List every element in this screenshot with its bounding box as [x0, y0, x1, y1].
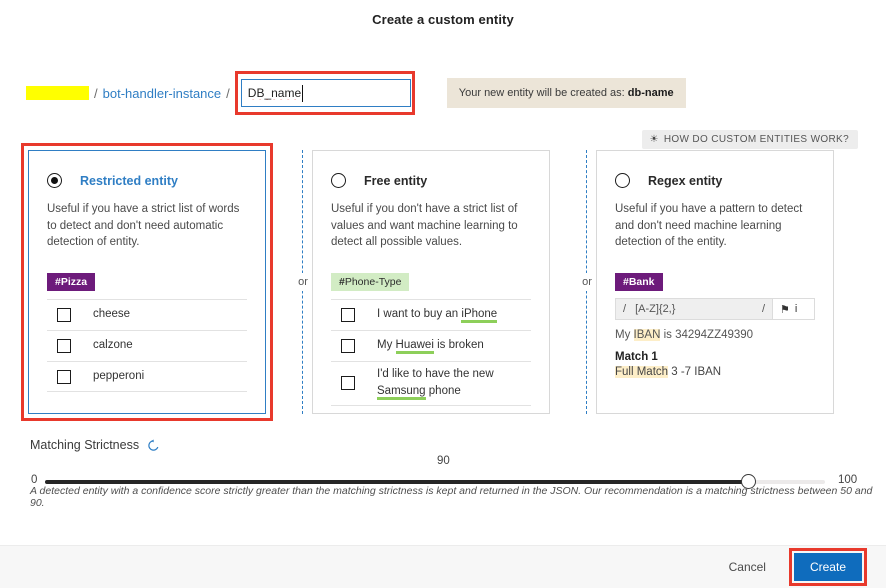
- restricted-tag-label: Pizza: [60, 276, 88, 289]
- regex-flags-field[interactable]: ⚑ i: [773, 298, 815, 321]
- text-caret: [301, 85, 303, 102]
- checkbox-example-huawei[interactable]: [341, 339, 355, 354]
- checkbox-example-samsung[interactable]: [341, 376, 355, 391]
- list-item[interactable]: I'd like to have the new Samsung phone: [331, 361, 531, 406]
- entity-type-card-free[interactable]: Free entity Useful if you don't have a s…: [312, 150, 550, 414]
- free-entity-tag: #Phone-Type: [331, 273, 410, 292]
- entity-creation-hint-prefix: Your new entity will be created as:: [458, 87, 625, 99]
- regex-card-title: Regex entity: [648, 173, 723, 188]
- example-text-post: is broken: [433, 339, 484, 352]
- how-custom-entities-work-link[interactable]: ☀ HOW DO CUSTOM ENTITIES WORK?: [642, 130, 858, 149]
- list-item[interactable]: pepperoni: [47, 361, 247, 393]
- flag-icon: ⚑: [780, 303, 790, 316]
- regex-full-match-range: 3 -7 IBAN: [668, 366, 722, 379]
- example-text-pre: I want to buy an: [377, 308, 462, 321]
- regex-match-detail: Full Match 3 -7 IBAN: [615, 366, 815, 379]
- regex-close-slash: /: [761, 303, 765, 316]
- restricted-entity-tag: #Pizza: [47, 273, 96, 292]
- entity-name-field-group: [234, 71, 415, 115]
- regex-match-title: Match 1: [615, 351, 658, 364]
- regex-pattern-field[interactable]: / [A-Z]{2,} / ⚑ i: [615, 298, 815, 321]
- radio-restricted-entity[interactable]: [47, 173, 62, 188]
- free-card-description: Useful if you don't have a strict list o…: [331, 203, 518, 249]
- breadcrumb-redacted-account: [26, 86, 89, 100]
- create-button-group: Create: [788, 548, 867, 586]
- example-highlight: iPhone: [461, 308, 498, 324]
- slider-track-fill: [45, 480, 748, 484]
- restricted-value-list: cheese calzone pepperoni: [47, 299, 247, 393]
- slider-current-value: 90: [437, 455, 450, 467]
- entity-creation-hint: Your new entity will be created as: db-n…: [446, 78, 686, 108]
- checkbox-calzone[interactable]: [57, 339, 71, 354]
- example-text-post: phone: [425, 385, 461, 398]
- list-item-label: cheese: [93, 308, 131, 321]
- checkbox-example-iphone[interactable]: [341, 308, 355, 323]
- list-item-label: I want to buy an iPhone: [377, 306, 498, 324]
- slider-track[interactable]: [45, 474, 825, 489]
- regex-entity-tag: #Bank: [615, 273, 663, 292]
- list-item-label: calzone: [93, 339, 133, 352]
- separator-or-label: or: [581, 273, 593, 291]
- regex-sample-pre: My: [615, 329, 634, 342]
- checkbox-cheese[interactable]: [57, 308, 71, 323]
- radio-free-entity[interactable]: [331, 173, 346, 188]
- list-item[interactable]: I want to buy an iPhone: [331, 299, 531, 330]
- regex-pattern-value: [A-Z]{2,}: [635, 303, 676, 316]
- regex-pattern-body[interactable]: / [A-Z]{2,} /: [615, 298, 773, 321]
- list-item-label: My Huawei is broken: [377, 337, 484, 355]
- help-disc-icon: ☀: [649, 134, 659, 145]
- list-item-label: I'd like to have the new Samsung phone: [377, 366, 531, 401]
- restricted-card-title: Restricted entity: [80, 173, 178, 188]
- restricted-card-header: Restricted entity: [47, 173, 247, 188]
- matching-strictness-label: Matching Strictness: [30, 438, 140, 452]
- dialog-footer: Cancel Create: [0, 545, 886, 588]
- entity-type-card-regex[interactable]: Regex entity Useful if you have a patter…: [596, 150, 834, 414]
- separator-or-2: or: [580, 150, 594, 414]
- regex-full-match-label: Full Match: [615, 366, 669, 379]
- page-title: Create a custom entity: [372, 12, 514, 27]
- radio-regex-entity[interactable]: [615, 173, 630, 188]
- example-text-pre: My: [377, 339, 396, 352]
- list-item[interactable]: My Huawei is broken: [331, 330, 531, 361]
- help-link-label: HOW DO CUSTOM ENTITIES WORK?: [663, 134, 849, 145]
- list-item[interactable]: calzone: [47, 330, 247, 361]
- breadcrumb-separator-2: /: [226, 85, 230, 101]
- regex-flags-value: i: [794, 303, 798, 316]
- entity-name-input[interactable]: [240, 79, 411, 107]
- create-button[interactable]: Create: [793, 553, 862, 581]
- regex-card-header: Regex entity: [615, 173, 815, 188]
- reset-arrow-icon[interactable]: [147, 438, 160, 452]
- list-item-label: pepperoni: [93, 369, 145, 382]
- example-text-pre: I'd like to have the new: [377, 368, 494, 381]
- cancel-button[interactable]: Cancel: [723, 559, 772, 575]
- entity-type-card-restricted[interactable]: Restricted entity Useful if you have a s…: [28, 150, 266, 414]
- restricted-card-description: Useful if you have a strict list of word…: [47, 203, 240, 249]
- example-highlight: Huawei: [395, 339, 434, 355]
- free-example-list: I want to buy an iPhone My Huawei is bro…: [331, 299, 531, 406]
- checkbox-pepperoni[interactable]: [57, 369, 71, 384]
- matching-strictness-note: A detected entity with a confidence scor…: [30, 485, 873, 509]
- separator-or-1: or: [296, 150, 310, 414]
- free-tag-label: Phone-Type: [344, 276, 402, 289]
- regex-sample-post: is 34294ZZ49390: [660, 329, 754, 342]
- free-card-header: Free entity: [331, 173, 531, 188]
- entity-type-options: Restricted entity Useful if you have a s…: [0, 143, 886, 421]
- breadcrumb-item-instance[interactable]: bot-handler-instance: [103, 86, 222, 101]
- entity-creation-hint-name: db-name: [627, 87, 674, 99]
- regex-sample-text: My IBAN is 34294ZZ49390: [615, 329, 815, 342]
- regex-sample-match: IBAN: [633, 329, 661, 342]
- matching-strictness-label-group: Matching Strictness: [30, 438, 160, 452]
- breadcrumb-separator-1: /: [94, 85, 98, 101]
- regex-tag-label: Bank: [628, 276, 655, 289]
- separator-or-label: or: [297, 273, 309, 291]
- breadcrumb: / bot-handler-instance / Your new entity…: [26, 71, 686, 115]
- free-card-title: Free entity: [364, 173, 428, 188]
- list-item[interactable]: cheese: [47, 299, 247, 330]
- regex-card-description: Useful if you have a pattern to detect a…: [615, 203, 803, 249]
- example-highlight: Samsung: [377, 385, 426, 401]
